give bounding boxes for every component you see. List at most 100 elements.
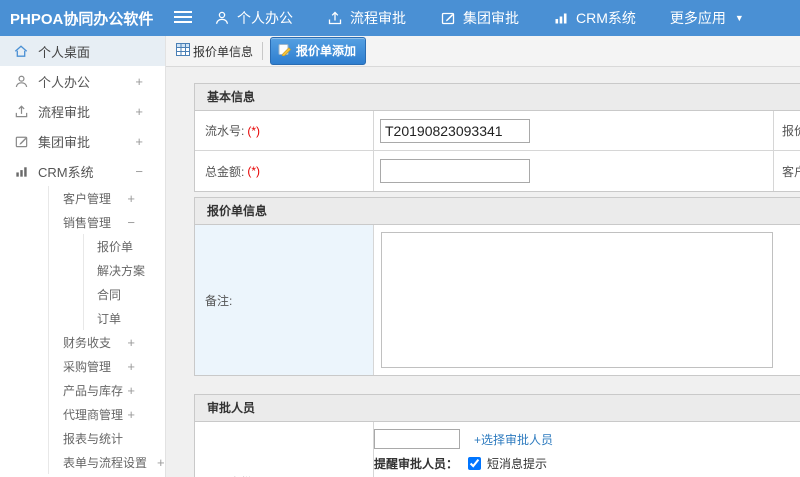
sidebar-item-contract[interactable]: 合同 — [84, 282, 165, 306]
required-mark: (*) — [247, 123, 261, 138]
sidebar-item-label: 个人办公 — [38, 74, 91, 90]
edit-icon — [440, 10, 456, 26]
nav-label: CRM系统 — [576, 10, 636, 26]
sidebar-item-group-approval[interactable]: 集团审批 + — [0, 126, 165, 156]
section-header: 审批人员 — [195, 395, 800, 422]
section-header: 报价单信息 — [195, 198, 800, 225]
expand-icon[interactable]: + — [127, 383, 135, 398]
collapse-icon[interactable]: − — [135, 164, 143, 179]
serial-label: 流水号: (*) — [195, 111, 374, 150]
sidebar-item-label: 解决方案 — [97, 263, 146, 278]
sidebar-item-label: 采购管理 — [63, 359, 112, 374]
sidebar-item-label: 产品与库存 — [63, 383, 124, 398]
sidebar-item-workflow-approval[interactable]: 流程审批 + — [0, 96, 165, 126]
sidebar-item-label: 合同 — [97, 287, 122, 302]
nav-label: 更多应用 — [669, 10, 726, 26]
sidebar-item-order[interactable]: 订单 — [84, 306, 165, 330]
sidebar-item-label: 表单与流程设置 — [63, 455, 148, 470]
nav-label: 个人办公 — [237, 10, 293, 26]
tab-quotation-info[interactable]: 报价单信息 — [176, 43, 253, 60]
sidebar-item-product-inventory[interactable]: 产品与库存 + — [49, 378, 165, 402]
user-icon — [13, 74, 29, 89]
required-mark: (*) — [247, 164, 261, 178]
section-quotation-info: 报价单信息 备注: — [194, 197, 800, 376]
home-icon — [13, 43, 29, 59]
sidebar-item-crm-system[interactable]: CRM系统 − — [0, 156, 165, 186]
sidebar-item-label: 销售管理 — [63, 215, 112, 230]
sidebar-item-form-flow-settings[interactable]: 表单与流程设置 + — [49, 450, 165, 474]
flow-icon — [13, 104, 29, 119]
form-row-amount: 总金额: (*) 客户 — [195, 151, 800, 191]
grid-icon — [176, 43, 190, 59]
sidebar-item-label: 订单 — [97, 311, 122, 326]
app-window: PHPOA协同办公软件 个人办公 流程审批 集团审批 CRM系统 更多应用 ▼ … — [0, 0, 800, 477]
expand-icon[interactable]: + — [135, 74, 143, 89]
form-row-serial: 流水号: (*) 报价 — [195, 111, 800, 151]
collapse-icon[interactable]: − — [127, 215, 135, 230]
nav-group-approval[interactable]: 集团审批 — [440, 8, 519, 28]
sidebar-item-label: 报价单 — [97, 239, 134, 254]
approver-input[interactable] — [374, 429, 460, 449]
menu-toggle-button[interactable] — [174, 10, 192, 27]
expand-icon[interactable]: + — [127, 407, 135, 422]
tab-label: 报价单添加 — [296, 44, 357, 58]
app-logo: PHPOA协同办公软件 — [10, 10, 154, 28]
sidebar-item-label: 代理商管理 — [63, 407, 124, 422]
top-header: PHPOA协同办公软件 个人办公 流程审批 集团审批 CRM系统 更多应用 ▼ — [0, 0, 800, 36]
sms-notify-checkbox[interactable] — [468, 457, 482, 470]
quotation-add-form: 基本信息 流水号: (*) 报价 总金额: — [166, 67, 800, 477]
expand-icon[interactable]: + — [157, 455, 165, 470]
approver-label: 设置审批人员: (*) — [195, 422, 374, 477]
sales-submenu: 报价单 解决方案 合同 订单 — [83, 234, 165, 330]
chart-icon — [553, 10, 569, 26]
tab-label: 报价单信息 — [193, 44, 254, 59]
expand-icon[interactable]: + — [135, 134, 143, 149]
sidebar-item-solution[interactable]: 解决方案 — [84, 258, 165, 282]
amount-label: 总金额: (*) — [195, 151, 374, 191]
sidebar-item-agent-mgmt[interactable]: 代理商管理 + — [49, 402, 165, 426]
crm-submenu: 客户管理 + 销售管理 − 报价单 解决方案 合同 订单 财务收支 + 采购管理… — [48, 186, 165, 474]
section-approval: 审批人员 设置审批人员: (*) +选择审批人员 提醒审 — [194, 394, 800, 477]
sidebar-item-label: 个人桌面 — [38, 44, 91, 60]
section-header: 基本信息 — [195, 84, 800, 111]
caret-down-icon: ▼ — [734, 13, 744, 23]
nav-more-apps[interactable]: 更多应用 ▼ — [670, 8, 744, 28]
flow-icon — [327, 10, 343, 26]
nav-workflow-approval[interactable]: 流程审批 — [327, 8, 406, 28]
tab-bar: 报价单信息 报价单添加 — [166, 36, 800, 67]
content-area: 报价单信息 报价单添加 基本信息 流水号: (*) T2019082309334… — [166, 36, 800, 477]
sidebar-item-personal-desktop[interactable]: 个人桌面 — [0, 36, 165, 66]
sidebar-item-personal-office[interactable]: 个人办公 + — [0, 66, 165, 96]
remark-textarea[interactable] — [381, 232, 773, 368]
expand-icon[interactable]: + — [127, 335, 135, 350]
expand-icon[interactable]: + — [135, 104, 143, 119]
form-add-icon — [278, 43, 292, 59]
serial-input[interactable] — [380, 118, 530, 143]
form-row-approver: 设置审批人员: (*) +选择审批人员 提醒审批人员： 短消息提示 — [195, 422, 800, 477]
sidebar-item-quotation[interactable]: 报价单 — [84, 234, 165, 258]
hamburger-icon — [174, 10, 192, 27]
expand-icon[interactable]: + — [127, 191, 135, 206]
tab-divider — [262, 42, 264, 60]
expand-icon[interactable]: + — [127, 359, 135, 374]
sidebar-item-reports-stats[interactable]: 报表与统计 — [49, 426, 165, 450]
nav-crm-system[interactable]: CRM系统 — [553, 8, 636, 28]
nav-personal-office[interactable]: 个人办公 — [214, 8, 293, 28]
user-icon — [214, 10, 230, 26]
sidebar-item-label: 集团审批 — [38, 134, 91, 150]
choose-approver-link[interactable]: +选择审批人员 — [474, 431, 553, 448]
sidebar-item-customer-mgmt[interactable]: 客户管理 + — [49, 186, 165, 210]
sidebar-item-label: 客户管理 — [63, 191, 112, 206]
sidebar-item-label: 报表与统计 — [63, 431, 124, 446]
section-basic-info: 基本信息 流水号: (*) 报价 总金额: — [194, 83, 800, 192]
remark-label: 备注: — [195, 225, 374, 375]
remind-approver-label: 提醒审批人员： — [374, 457, 459, 471]
sms-notify-label: 短消息提示 — [487, 457, 548, 471]
amount-input[interactable] — [380, 159, 530, 183]
sidebar-item-sales-mgmt[interactable]: 销售管理 − — [49, 210, 165, 234]
sidebar-item-label: 流程审批 — [38, 104, 91, 120]
sidebar-item-purchase-mgmt[interactable]: 采购管理 + — [49, 354, 165, 378]
tab-quotation-add[interactable]: 报价单添加 — [270, 37, 367, 65]
sidebar-item-finance[interactable]: 财务收支 + — [49, 330, 165, 354]
nav-label: 集团审批 — [463, 10, 519, 26]
